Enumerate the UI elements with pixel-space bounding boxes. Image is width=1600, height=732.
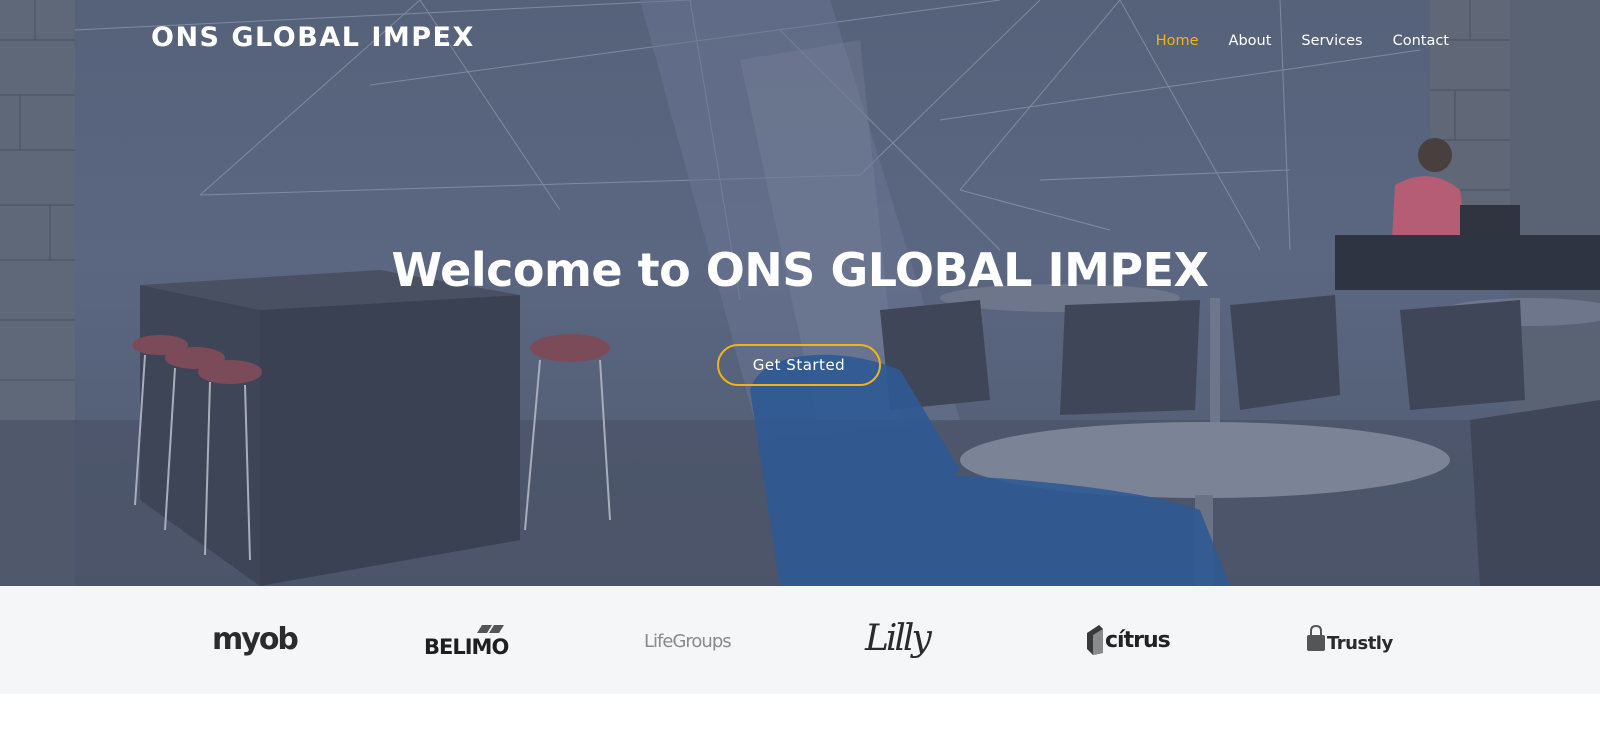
- trustly-logo-mark: Trustly: [1307, 624, 1394, 654]
- citrus-logo-mark: cítrus: [1087, 625, 1172, 655]
- lifegroups-logo-mark: LifeGroups: [644, 631, 732, 652]
- get-started-button[interactable]: Get Started: [717, 344, 881, 386]
- svg-text:Trustly: Trustly: [1327, 633, 1393, 654]
- table-front: [260, 295, 520, 586]
- nav-services-link[interactable]: Services: [1271, 31, 1362, 51]
- svg-text:myob: myob: [212, 622, 298, 657]
- belimo-logo-mark: BELIMO: [424, 625, 509, 659]
- round-table-leg: [1210, 298, 1220, 423]
- client-logo-belimo[interactable]: BELIMO: [405, 586, 535, 694]
- client-logo-lilly[interactable]: Lilly: [845, 586, 975, 694]
- clients-logo-strip: myob BELIMO LifeGroups Lilly cítrus Trus…: [0, 586, 1600, 694]
- lilly-logo-mark: Lilly: [864, 618, 935, 659]
- client-logo-citrus[interactable]: cítrus: [1065, 586, 1195, 694]
- nav-home-link[interactable]: Home: [1126, 31, 1199, 51]
- nav-contact-link[interactable]: Contact: [1363, 31, 1449, 51]
- svg-text:cítrus: cítrus: [1105, 628, 1171, 653]
- site-logo[interactable]: ONS GLOBAL IMPEX: [151, 22, 475, 53]
- myob-logo-mark: myob: [212, 622, 300, 657]
- client-logo-trustly[interactable]: Trustly: [1285, 586, 1415, 694]
- client-logo-lifegroups[interactable]: LifeGroups: [625, 586, 755, 694]
- svg-text:LifeGroups: LifeGroups: [644, 631, 731, 652]
- client-logo-myob[interactable]: myob: [190, 586, 320, 694]
- main-nav: Home About Services Contact: [1126, 31, 1449, 51]
- svg-text:Lilly: Lilly: [864, 618, 932, 659]
- nav-about-link[interactable]: About: [1199, 31, 1272, 51]
- hero-title: Welcome to ONS GLOBAL IMPEX: [391, 243, 1209, 297]
- hero-section: ONS GLOBAL IMPEX Home About Services Con…: [0, 0, 1600, 586]
- svg-text:BELIMO: BELIMO: [424, 635, 508, 659]
